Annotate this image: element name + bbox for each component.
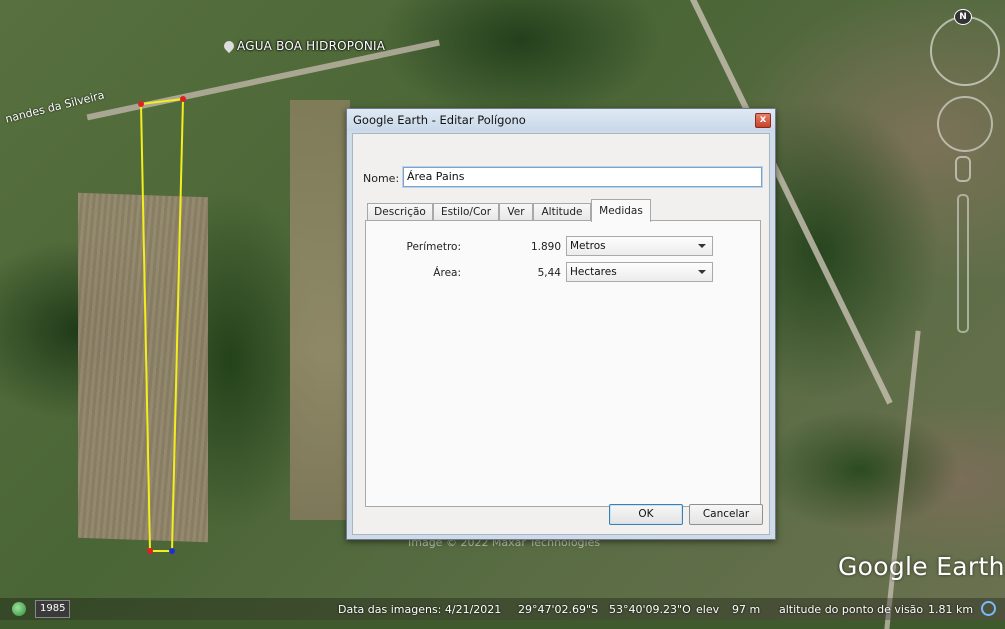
tab-medidas[interactable]: Medidas [591, 199, 651, 222]
tab-estilo-cor[interactable]: Estilo/Cor [433, 203, 499, 221]
view-altitude-label: altitude do ponto de visão [779, 603, 924, 616]
historical-imagery-year[interactable]: 1985 [35, 600, 71, 618]
tab-descricao[interactable]: Descrição [367, 203, 433, 221]
polygon-vertex[interactable] [180, 96, 186, 102]
north-compass-icon[interactable]: N [954, 9, 972, 25]
zoom-slider[interactable] [957, 194, 969, 333]
poi-marker[interactable]: AGUA BOA HIDROPONIA [221, 38, 386, 54]
chevron-down-icon [698, 244, 706, 248]
edit-polygon-dialog: Google Earth - Editar Polígono x Nome: Á… [346, 108, 776, 540]
move-joystick[interactable] [937, 96, 993, 152]
elevation-value: 97 m [732, 603, 761, 616]
poi-label: AGUA BOA HIDROPONIA [237, 39, 386, 53]
area-label: Área: [433, 267, 461, 279]
status-bar: 1985 Data das imagens: 4/21/2021 29°47'0… [0, 598, 1005, 620]
area-polygon[interactable] [139, 97, 185, 552]
perimeter-label: Perímetro: [406, 241, 461, 253]
google-earth-logo: Google Earth [838, 552, 1005, 581]
street-view-pegman-icon[interactable] [955, 156, 971, 182]
tab-altitude[interactable]: Altitude [533, 203, 591, 221]
perimeter-unit-value: Metros [570, 240, 606, 252]
view-altitude-value: 1.81 km [928, 603, 974, 616]
latitude: 29°47'02.69"S [518, 603, 599, 616]
tab-ver[interactable]: Ver [499, 203, 533, 221]
measurements-panel: Perímetro: 1.890 Metros Área: 5,44 Hecta… [365, 220, 761, 507]
navigation-controls: N [925, 6, 1005, 336]
close-button[interactable]: x [755, 113, 771, 128]
name-input[interactable]: Área Pains [403, 167, 762, 187]
globe-icon[interactable] [12, 602, 26, 616]
area-unit-value: Hectares [570, 266, 617, 278]
perimeter-unit-select[interactable]: Metros [566, 236, 713, 256]
polygon-vertex[interactable] [138, 101, 144, 107]
name-label: Nome: [363, 172, 400, 185]
perimeter-value: 1.890 [530, 241, 561, 253]
elevation-label: elev [696, 603, 720, 616]
image-date: Data das imagens: 4/21/2021 [338, 603, 502, 616]
cancel-button[interactable]: Cancelar [689, 504, 763, 525]
longitude: 53°40'09.23"O [609, 603, 691, 616]
area-unit-select[interactable]: Hectares [566, 262, 713, 282]
dialog-title: Google Earth - Editar Polígono [353, 113, 526, 127]
dialog-titlebar[interactable]: Google Earth - Editar Polígono x [347, 109, 775, 131]
map-pin-icon [221, 38, 237, 54]
ok-button[interactable]: OK [609, 504, 683, 525]
loading-indicator-icon [981, 601, 996, 616]
polygon-vertex[interactable] [169, 548, 175, 554]
dialog-body: Nome: Área Pains Descrição Estilo/Cor Ve… [352, 133, 770, 535]
area-value: 5,44 [537, 267, 561, 279]
polygon-vertex[interactable] [147, 548, 153, 554]
chevron-down-icon [698, 270, 706, 274]
look-joystick[interactable] [930, 16, 1000, 86]
